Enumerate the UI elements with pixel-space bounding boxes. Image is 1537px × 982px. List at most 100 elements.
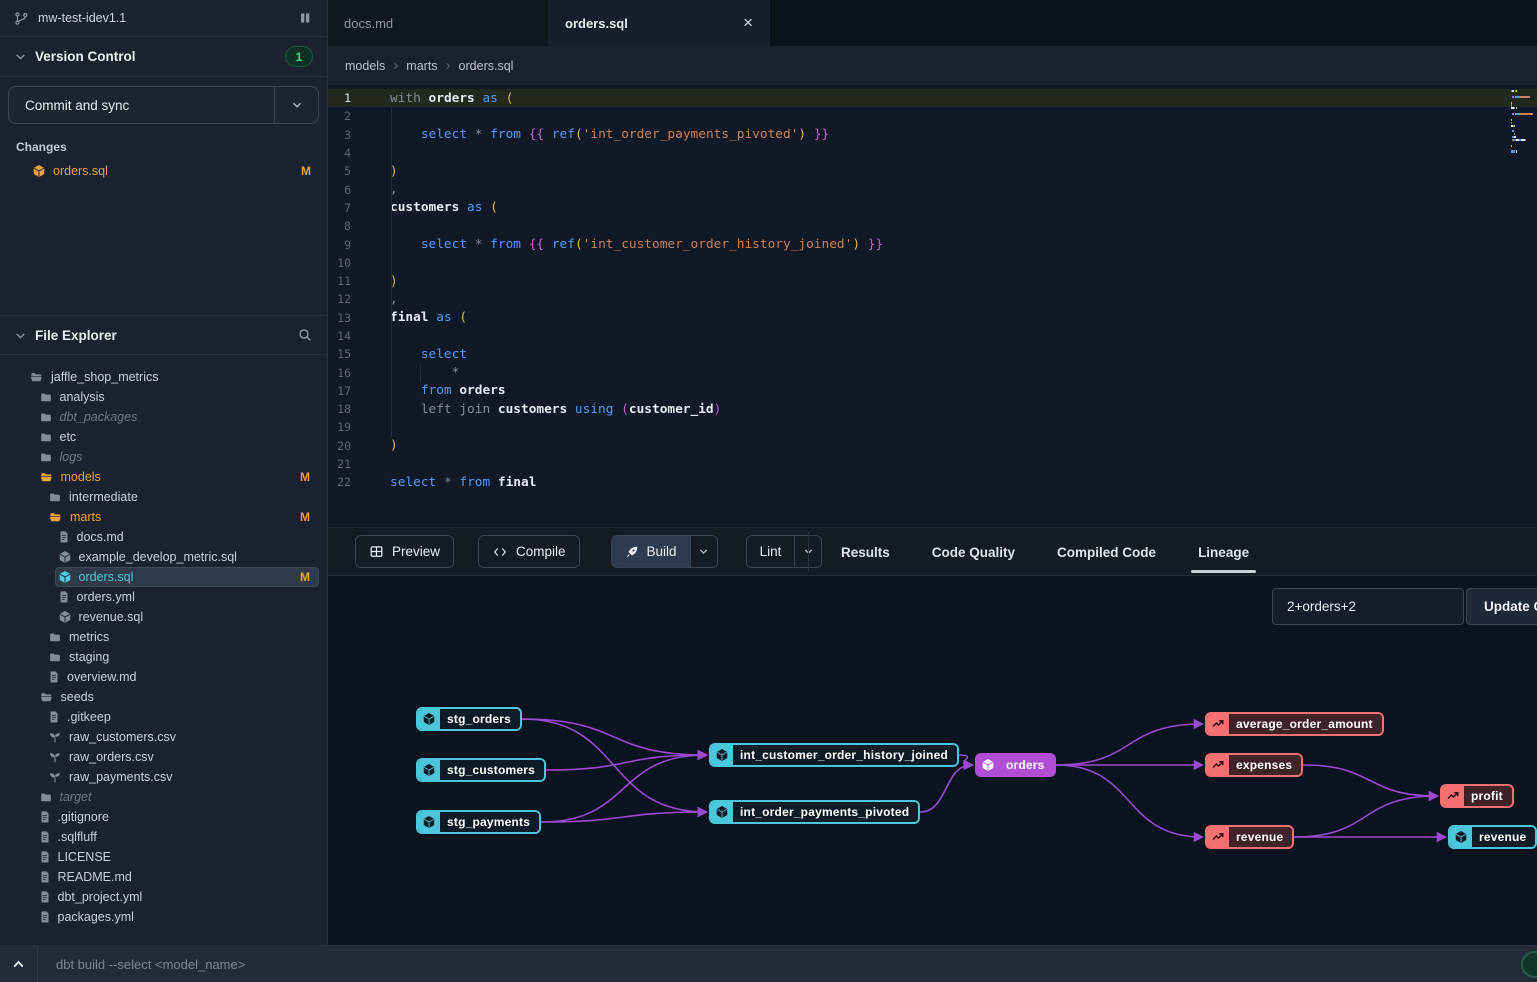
changed-file-orders-sql[interactable]: orders.sql M xyxy=(8,160,319,182)
breadcrumb: models›marts›orders.sql xyxy=(328,46,1537,85)
toolbar-divider xyxy=(808,532,809,572)
code-line-9[interactable]: 9 select * from {{ ref('int_customer_ord… xyxy=(328,235,1537,253)
tree-item-etc[interactable]: etc xyxy=(0,427,327,447)
lineage-node-expenses[interactable]: expenses xyxy=(1205,753,1303,777)
editor-minimap[interactable] xyxy=(1511,90,1535,153)
code-line-13[interactable]: 13final as ( xyxy=(328,309,1537,327)
build-options-caret[interactable] xyxy=(690,536,717,567)
preview-button[interactable]: Preview xyxy=(355,535,454,568)
command-input[interactable]: dbt build --select <model_name> xyxy=(38,957,1537,972)
compile-button[interactable]: Compile xyxy=(478,535,580,568)
model-cube-icon xyxy=(711,802,733,822)
code-line-2[interactable]: 2 xyxy=(328,107,1537,125)
tree-item-revenue-sql[interactable]: revenue.sql xyxy=(0,607,327,627)
code-line-1[interactable]: 1with orders as ( xyxy=(328,89,1537,107)
panel-tab-results[interactable]: Results xyxy=(820,528,911,576)
code-line-3[interactable]: 3 select * from {{ ref('int_order_paymen… xyxy=(328,126,1537,144)
lineage-edge xyxy=(522,719,706,755)
tab-orders-sql[interactable]: orders.sql× xyxy=(549,0,770,46)
code-line-19[interactable]: 19 xyxy=(328,418,1537,436)
tree-item-seeds[interactable]: seeds xyxy=(0,687,327,707)
tree-item-logs[interactable]: logs xyxy=(0,447,327,467)
lineage-node-revenue-model[interactable]: revenue xyxy=(1448,825,1537,849)
code-line-12[interactable]: 12, xyxy=(328,290,1537,308)
tree-item-gitignore[interactable]: .gitignore xyxy=(0,807,327,827)
tree-item-overview-md[interactable]: overview.md xyxy=(0,667,327,687)
tree-item-jaffle-shop-metrics[interactable]: jaffle_shop_metrics xyxy=(0,367,327,387)
panel-tab-lineage[interactable]: Lineage xyxy=(1177,528,1270,576)
lineage-node-orders[interactable]: orders xyxy=(975,753,1056,777)
code-line-8[interactable]: 8 xyxy=(328,217,1537,235)
code-line-14[interactable]: 14 xyxy=(328,327,1537,345)
tree-item-raw-payments-csv[interactable]: raw_payments.csv xyxy=(0,767,327,787)
tree-item-example-develop-metric-sql[interactable]: example_develop_metric.sql xyxy=(0,547,327,567)
commit-options-caret[interactable] xyxy=(274,87,318,123)
status-indicator[interactable] xyxy=(1521,951,1537,978)
tree-item-docs-md[interactable]: docs.md xyxy=(0,527,327,547)
lineage-node-int-order-payments-pivoted[interactable]: int_order_payments_pivoted xyxy=(709,800,920,824)
code-line-16[interactable]: 16 * xyxy=(328,363,1537,381)
lineage-node-stg-orders[interactable]: stg_orders xyxy=(416,707,522,731)
tree-item-analysis[interactable]: analysis xyxy=(0,387,327,407)
tree-item-raw-customers-csv[interactable]: raw_customers.csv xyxy=(0,727,327,747)
lineage-node-average-order-amount[interactable]: average_order_amount xyxy=(1205,712,1384,736)
code-line-10[interactable]: 10 xyxy=(328,254,1537,272)
code-line-18[interactable]: 18 left join customers using (customer_i… xyxy=(328,400,1537,418)
lineage-node-stg-payments[interactable]: stg_payments xyxy=(416,810,541,834)
close-icon[interactable]: × xyxy=(743,13,753,33)
lineage-edge xyxy=(1056,724,1202,765)
file-icon xyxy=(39,870,51,884)
tree-item-raw-orders-csv[interactable]: raw_orders.csv xyxy=(0,747,327,767)
tree-item-gitkeep[interactable]: .gitkeep xyxy=(0,707,327,727)
lineage-node-profit[interactable]: profit xyxy=(1440,784,1514,808)
tree-item-label: LICENSE xyxy=(58,850,112,864)
tree-item-target[interactable]: target xyxy=(0,787,327,807)
file-icon xyxy=(39,810,51,824)
code-line-17[interactable]: 17 from orders xyxy=(328,382,1537,400)
tree-item-readme-md[interactable]: README.md xyxy=(0,867,327,887)
code-line-11[interactable]: 11) xyxy=(328,272,1537,290)
code-line-22[interactable]: 22select * from final xyxy=(328,473,1537,491)
lint-button[interactable]: Lint xyxy=(747,536,795,567)
folder-icon xyxy=(39,391,53,404)
code-line-7[interactable]: 7customers as ( xyxy=(328,199,1537,217)
code-line-15[interactable]: 15 select xyxy=(328,345,1537,363)
commit-and-sync-button[interactable]: Commit and sync xyxy=(8,86,319,124)
tree-item-license[interactable]: LICENSE xyxy=(0,847,327,867)
code-line-5[interactable]: 5) xyxy=(328,162,1537,180)
breadcrumb-item-orders-sql[interactable]: orders.sql xyxy=(459,59,514,73)
tree-item-models[interactable]: modelsM xyxy=(0,467,327,487)
tree-item-intermediate[interactable]: intermediate xyxy=(0,487,327,507)
build-button[interactable]: Build xyxy=(612,536,690,567)
tab-docs-md[interactable]: docs.md xyxy=(328,0,549,46)
tree-item-label: .gitkeep xyxy=(67,710,111,724)
lineage-node-int-customer-order-history-joined[interactable]: int_customer_order_history_joined xyxy=(709,743,959,767)
code-line-4[interactable]: 4 xyxy=(328,144,1537,162)
lineage-node-revenue-metric[interactable]: revenue xyxy=(1205,825,1294,849)
panel-layout-icon[interactable] xyxy=(297,10,313,26)
version-control-header[interactable]: Version Control 1 xyxy=(0,37,327,77)
code-line-20[interactable]: 20) xyxy=(328,437,1537,455)
file-explorer-header[interactable]: File Explorer xyxy=(0,315,327,355)
tree-item-staging[interactable]: staging xyxy=(0,647,327,667)
breadcrumb-item-models[interactable]: models xyxy=(345,59,385,73)
tree-item-metrics[interactable]: metrics xyxy=(0,627,327,647)
breadcrumb-item-marts[interactable]: marts xyxy=(406,59,437,73)
tree-item-packages-yml[interactable]: packages.yml xyxy=(0,907,327,927)
tree-item-orders-yml[interactable]: orders.yml xyxy=(0,587,327,607)
code-line-6[interactable]: 6, xyxy=(328,180,1537,198)
code-editor[interactable]: 1with orders as (23 select * from {{ ref… xyxy=(328,85,1537,527)
chevron-up-icon[interactable] xyxy=(0,946,37,982)
node-label: profit xyxy=(1464,786,1512,806)
tree-item-sqlfluff[interactable]: .sqlfluff xyxy=(0,827,327,847)
branch-name: mw-test-idev1.1 xyxy=(38,11,126,25)
tree-item-dbt-packages[interactable]: dbt_packages xyxy=(0,407,327,427)
lineage-node-stg-customers[interactable]: stg_customers xyxy=(416,758,546,782)
code-line-21[interactable]: 21 xyxy=(328,455,1537,473)
tree-item-marts[interactable]: martsM xyxy=(0,507,327,527)
tree-item-orders-sql[interactable]: orders.sqlM xyxy=(0,567,327,587)
search-icon[interactable] xyxy=(297,327,313,343)
panel-tab-compiled-code[interactable]: Compiled Code xyxy=(1036,528,1177,576)
tree-item-dbt-project-yml[interactable]: dbt_project.yml xyxy=(0,887,327,907)
panel-tab-code-quality[interactable]: Code Quality xyxy=(911,528,1036,576)
